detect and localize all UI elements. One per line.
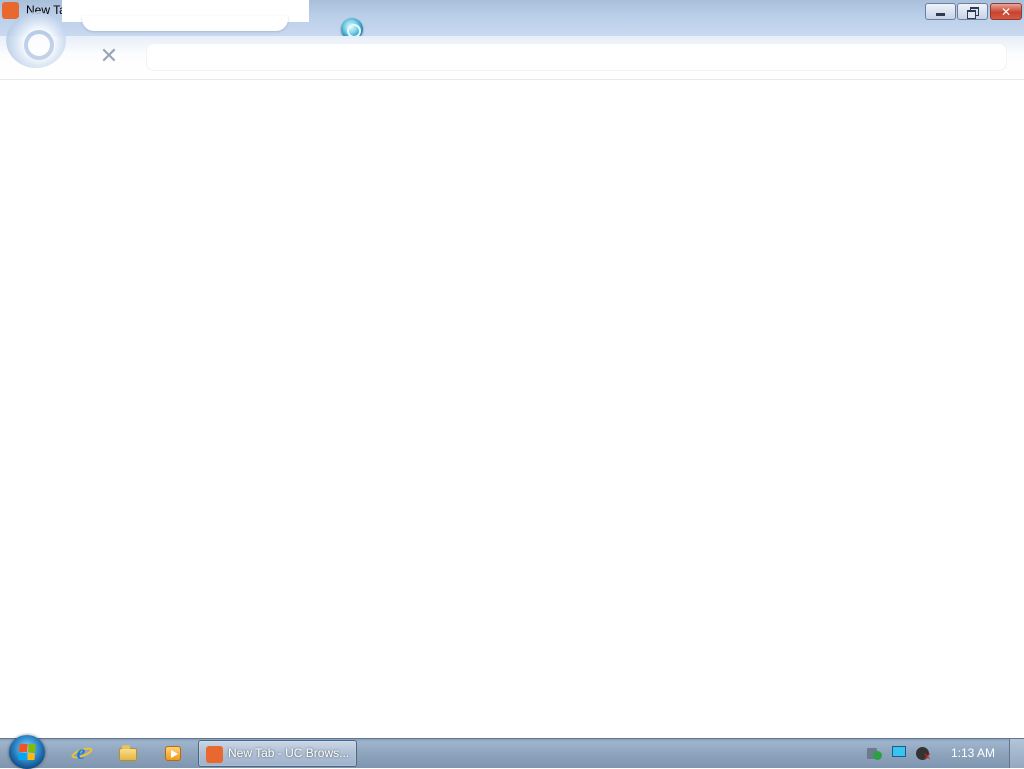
show-desktop-button[interactable] xyxy=(1009,739,1024,768)
windows-logo-icon xyxy=(18,744,36,760)
address-bar-input[interactable] xyxy=(146,43,1007,71)
media-player-icon[interactable] xyxy=(162,742,184,764)
minimize-icon xyxy=(936,13,945,16)
uc-logo-menu-button[interactable] xyxy=(6,12,66,68)
action-center-icon[interactable] xyxy=(866,745,882,761)
minimize-button[interactable] xyxy=(925,3,956,20)
network-icon[interactable] xyxy=(891,745,907,761)
windows-explorer-icon[interactable] xyxy=(117,742,139,764)
close-icon: ✕ xyxy=(1000,4,1012,19)
close-button[interactable]: ✕ xyxy=(990,3,1022,20)
restore-button[interactable] xyxy=(957,3,988,20)
taskbar-clock[interactable]: 1:13 AM xyxy=(940,746,1006,760)
volume-muted-icon[interactable]: ✕ xyxy=(915,745,931,763)
uc-browser-app-icon[interactable] xyxy=(2,2,19,19)
restore-icon xyxy=(967,7,979,19)
stop-loading-button[interactable]: ✕ xyxy=(98,46,120,68)
taskbar-item-uc-browser[interactable]: New Tab - UC Brows... xyxy=(198,740,357,767)
start-button[interactable] xyxy=(9,735,45,769)
page-content-area[interactable] xyxy=(0,81,1024,738)
taskbar-item-label: New Tab - UC Brows... xyxy=(228,746,350,760)
internet-explorer-icon[interactable]: e xyxy=(70,742,94,764)
uc-browser-icon xyxy=(206,746,223,763)
tab-new-tab[interactable] xyxy=(82,16,288,31)
